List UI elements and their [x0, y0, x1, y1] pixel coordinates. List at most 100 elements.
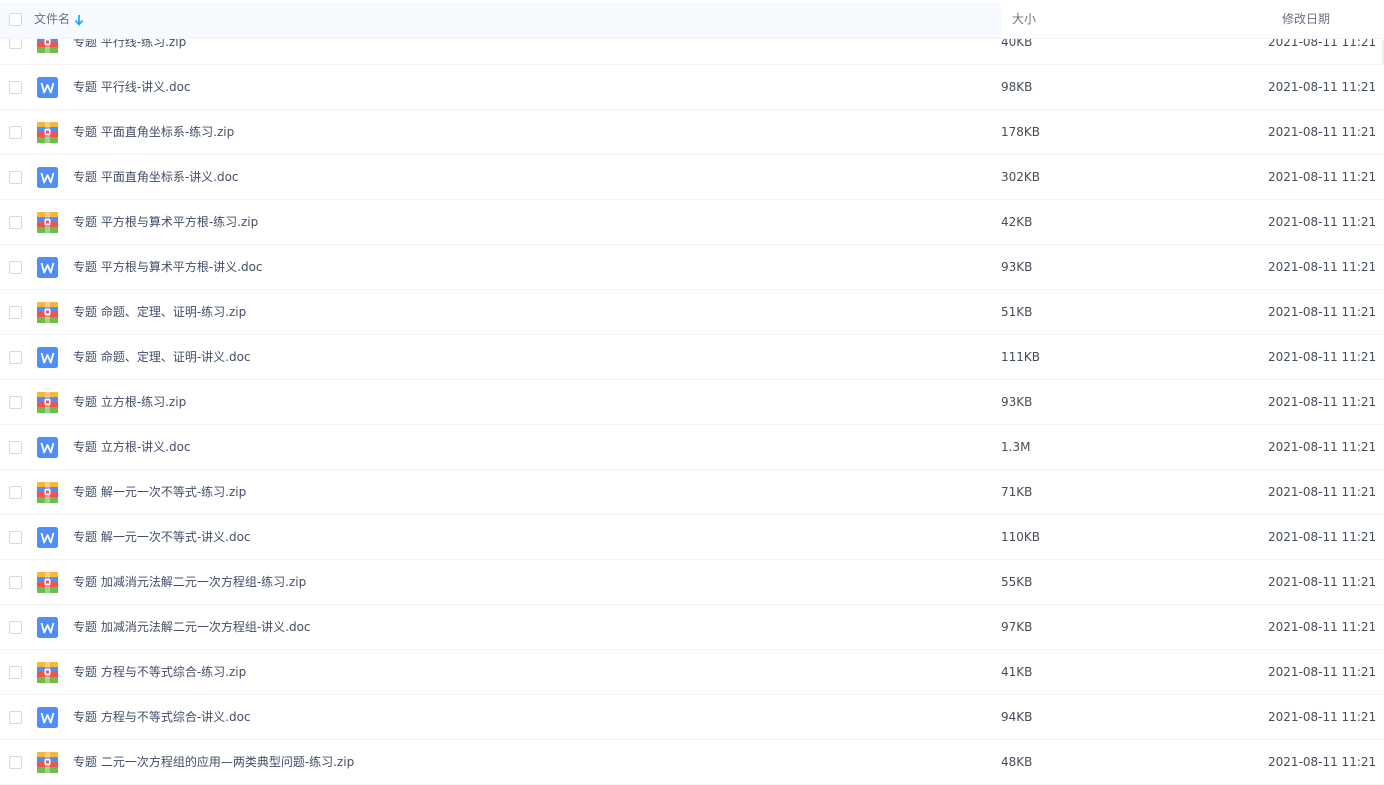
file-size: 178KB — [1001, 125, 1041, 139]
file-modified-date: 2021-08-11 11:21 — [1268, 665, 1377, 679]
file-row[interactable]: 专题 方程与不等式综合-练习.zip 41KB 2021-08-11 11:21 — [0, 650, 1384, 695]
zip-archive-icon — [37, 572, 58, 593]
file-row[interactable]: 专题 立方根-讲义.doc 1.3M 2021-08-11 11:21 — [0, 425, 1384, 470]
zip-archive-icon — [37, 122, 58, 143]
zip-archive-icon — [37, 212, 58, 233]
file-row[interactable]: 专题 立方根-练习.zip 93KB 2021-08-11 11:21 — [0, 380, 1384, 425]
column-header-modified[interactable]: 修改日期 — [1282, 0, 1330, 38]
word-doc-icon — [37, 617, 58, 638]
file-size: 93KB — [1001, 260, 1033, 274]
file-name[interactable]: 专题 立方根-练习.zip — [73, 380, 186, 425]
row-checkbox[interactable] — [9, 351, 22, 364]
file-modified-date: 2021-08-11 11:21 — [1268, 575, 1377, 589]
file-name[interactable]: 专题 平面直角坐标系-练习.zip — [73, 110, 234, 155]
file-size: 93KB — [1001, 395, 1033, 409]
file-row[interactable]: 专题 命题、定理、证明-讲义.doc 111KB 2021-08-11 11:21 — [0, 335, 1384, 380]
file-size: 1.3M — [1001, 440, 1031, 454]
select-all-checkbox[interactable] — [9, 13, 22, 26]
row-checkbox[interactable] — [9, 171, 22, 184]
file-name[interactable]: 专题 加减消元法解二元一次方程组-练习.zip — [73, 560, 306, 605]
file-size: 51KB — [1001, 305, 1033, 319]
file-name[interactable]: 专题 解一元一次不等式-练习.zip — [73, 470, 246, 515]
row-checkbox[interactable] — [9, 531, 22, 544]
row-checkbox[interactable] — [9, 81, 22, 94]
file-row[interactable]: 专题 平行线-讲义.doc 98KB 2021-08-11 11:21 — [0, 65, 1384, 110]
file-name[interactable]: 专题 解一元一次不等式-讲义.doc — [73, 515, 251, 560]
row-checkbox[interactable] — [9, 756, 22, 769]
file-name[interactable]: 专题 命题、定理、证明-讲义.doc — [73, 335, 251, 380]
file-row[interactable]: 专题 加减消元法解二元一次方程组-讲义.doc 97KB 2021-08-11 11… — [0, 605, 1384, 650]
file-modified-date: 2021-08-11 11:21 — [1268, 710, 1377, 724]
file-row[interactable]: 专题 方程与不等式综合-讲义.doc 94KB 2021-08-11 11:21 — [0, 695, 1384, 740]
row-checkbox[interactable] — [9, 261, 22, 274]
word-doc-icon — [37, 257, 58, 278]
file-row[interactable]: 专题 平方根与算术平方根-讲义.doc 93KB 2021-08-11 11:21 — [0, 245, 1384, 290]
row-checkbox[interactable] — [9, 216, 22, 229]
file-modified-date: 2021-08-11 11:21 — [1268, 485, 1377, 499]
file-modified-date: 2021-08-11 11:21 — [1268, 170, 1377, 184]
row-checkbox[interactable] — [9, 441, 22, 454]
row-checkbox[interactable] — [9, 396, 22, 409]
file-size: 42KB — [1001, 215, 1033, 229]
file-name[interactable]: 专题 平面直角坐标系-讲义.doc — [73, 155, 239, 200]
file-modified-date: 2021-08-11 11:21 — [1268, 620, 1377, 634]
file-row[interactable]: 专题 命题、定理、证明-练习.zip 51KB 2021-08-11 11:21 — [0, 290, 1384, 335]
row-checkbox[interactable] — [9, 306, 22, 319]
column-header-size[interactable]: 大小 — [1012, 0, 1036, 38]
file-modified-date: 2021-08-11 11:21 — [1268, 395, 1377, 409]
file-size: 71KB — [1001, 485, 1033, 499]
sort-desc-arrow-icon[interactable] — [73, 12, 85, 26]
file-size: 48KB — [1001, 755, 1033, 769]
file-name[interactable]: 专题 命题、定理、证明-练习.zip — [73, 290, 246, 335]
zip-archive-icon — [37, 482, 58, 503]
zip-archive-icon — [37, 662, 58, 683]
file-modified-date: 2021-08-11 11:21 — [1268, 755, 1377, 769]
file-row[interactable]: 专题 解一元一次不等式-讲义.doc 110KB 2021-08-11 11:21 — [0, 515, 1384, 560]
name-column-header-bg — [0, 2, 1001, 38]
file-size: 302KB — [1001, 170, 1041, 184]
file-name[interactable]: 专题 平方根与算术平方根-练习.zip — [73, 200, 258, 245]
file-size: 110KB — [1001, 530, 1041, 544]
file-row[interactable]: 专题 加减消元法解二元一次方程组-练习.zip 55KB 2021-08-11 11… — [0, 560, 1384, 605]
file-name[interactable]: 专题 平方根与算术平方根-讲义.doc — [73, 245, 263, 290]
file-modified-date: 2021-08-11 11:21 — [1268, 305, 1377, 319]
word-doc-icon — [37, 77, 58, 98]
file-modified-date: 2021-08-11 11:21 — [1268, 440, 1377, 454]
file-list-header: 文件名 大小 修改日期 — [0, 0, 1384, 39]
zip-archive-icon — [37, 752, 58, 773]
zip-archive-icon — [37, 392, 58, 413]
column-header-name[interactable]: 文件名 — [34, 0, 70, 38]
file-size: 55KB — [1001, 575, 1033, 589]
row-checkbox[interactable] — [9, 486, 22, 499]
file-row[interactable]: 专题 平面直角坐标系-练习.zip 178KB 2021-08-11 11:21 — [0, 110, 1384, 155]
file-modified-date: 2021-08-11 11:21 — [1268, 215, 1377, 229]
file-modified-date: 2021-08-11 11:21 — [1268, 530, 1377, 544]
file-name[interactable]: 专题 方程与不等式综合-练习.zip — [73, 650, 246, 695]
file-row[interactable]: 专题 平方根与算术平方根-练习.zip 42KB 2021-08-11 11:21 — [0, 200, 1384, 245]
row-checkbox[interactable] — [9, 576, 22, 589]
row-checkbox[interactable] — [9, 621, 22, 634]
row-checkbox[interactable] — [9, 666, 22, 679]
file-size: 97KB — [1001, 620, 1033, 634]
file-modified-date: 2021-08-11 11:21 — [1268, 260, 1377, 274]
file-size: 111KB — [1001, 350, 1041, 364]
file-modified-date: 2021-08-11 11:21 — [1268, 80, 1377, 94]
file-size: 94KB — [1001, 710, 1033, 724]
row-checkbox[interactable] — [9, 126, 22, 139]
file-row[interactable]: 专题 解一元一次不等式-练习.zip 71KB 2021-08-11 11:21 — [0, 470, 1384, 515]
file-name[interactable]: 专题 立方根-讲义.doc — [73, 425, 191, 470]
file-list: 专题 平行线-练习.zip 40KB 2021-08-11 11:21 专题 平行线-… — [0, 0, 1384, 785]
file-size: 98KB — [1001, 80, 1033, 94]
word-doc-icon — [37, 437, 58, 458]
file-size: 41KB — [1001, 665, 1033, 679]
file-row[interactable]: 专题 平面直角坐标系-讲义.doc 302KB 2021-08-11 11:21 — [0, 155, 1384, 200]
file-row[interactable]: 专题 二元一次方程组的应用—两类典型问题-练习.zip 48KB 2021-08-1… — [0, 740, 1384, 785]
file-name[interactable]: 专题 平行线-讲义.doc — [73, 65, 191, 110]
row-checkbox[interactable] — [9, 711, 22, 724]
file-name[interactable]: 专题 方程与不等式综合-讲义.doc — [73, 695, 251, 740]
file-name[interactable]: 专题 二元一次方程组的应用—两类典型问题-练习.zip — [73, 740, 354, 785]
word-doc-icon — [37, 527, 58, 548]
file-modified-date: 2021-08-11 11:21 — [1268, 125, 1377, 139]
word-doc-icon — [37, 707, 58, 728]
file-name[interactable]: 专题 加减消元法解二元一次方程组-讲义.doc — [73, 605, 311, 650]
